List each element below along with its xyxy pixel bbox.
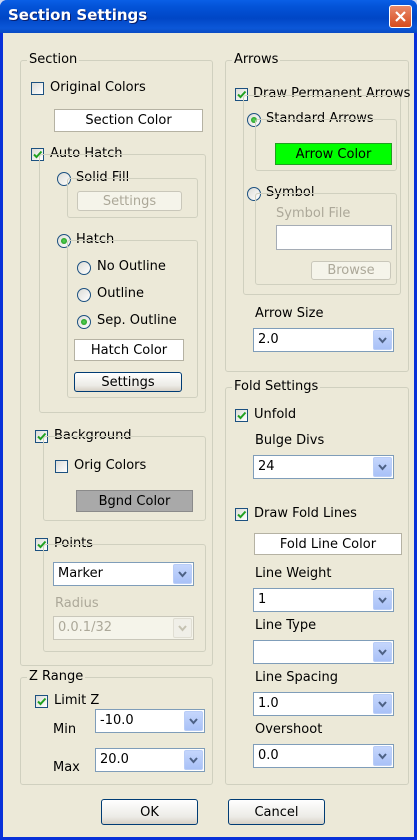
z-range-legend: Z Range — [27, 669, 86, 684]
arrow-color-button[interactable]: Arrow Color — [275, 143, 392, 165]
outline-radio[interactable] — [77, 288, 91, 302]
line-type-dropdown[interactable] — [253, 640, 394, 664]
line-spacing-label: Line Spacing — [255, 670, 338, 685]
original-colors-checkbox[interactable] — [31, 82, 44, 95]
bulge-divs-label: Bulge Divs — [255, 433, 325, 448]
arrow-size-label: Arrow Size — [255, 306, 324, 321]
sep-outline-radio[interactable] — [77, 315, 91, 329]
symbol-file-label: Symbol File — [276, 206, 351, 221]
checkmark-icon — [37, 697, 47, 706]
checkmark-icon — [237, 510, 247, 519]
max-label: Max — [53, 760, 80, 775]
title-bar: Section Settings — [0, 0, 417, 33]
line-weight-label: Line Weight — [255, 566, 332, 581]
unfold-label: Unfold — [254, 407, 297, 422]
section-settings-dialog: Section Settings Section Original Colors… — [0, 0, 417, 840]
chevron-down-icon[interactable] — [173, 564, 192, 584]
close-button[interactable] — [389, 5, 412, 28]
chevron-down-icon[interactable] — [373, 694, 392, 714]
bgnd-color-button[interactable]: Bgnd Color — [76, 490, 193, 512]
unfold-checkbox[interactable] — [235, 409, 248, 422]
section-color-button[interactable]: Section Color — [54, 109, 203, 132]
ok-button[interactable]: OK — [101, 799, 198, 825]
fold-line-color-button[interactable]: Fold Line Color — [254, 533, 402, 555]
no-outline-label: No Outline — [97, 259, 166, 274]
draw-fold-lines-checkbox[interactable] — [235, 508, 248, 521]
window-title: Section Settings — [8, 6, 148, 24]
section-legend: Section — [27, 52, 80, 67]
min-dropdown[interactable]: -10.0 — [95, 709, 205, 733]
cancel-button[interactable]: Cancel — [228, 799, 325, 825]
sep-outline-label: Sep. Outline — [97, 313, 177, 328]
draw-fold-lines-label: Draw Fold Lines — [254, 506, 357, 521]
chevron-down-icon[interactable] — [373, 746, 392, 766]
overshoot-dropdown[interactable]: 0.0 — [253, 744, 394, 768]
original-colors-label: Original Colors — [50, 80, 146, 95]
line-spacing-dropdown[interactable]: 1.0 — [253, 692, 394, 716]
chevron-down-icon[interactable] — [373, 330, 392, 350]
checkmark-icon — [237, 411, 247, 420]
bulge-divs-dropdown[interactable]: 24 — [253, 455, 394, 479]
line-weight-dropdown[interactable]: 1 — [253, 588, 394, 612]
orig-colors-checkbox[interactable] — [55, 460, 68, 473]
symbol-file-input[interactable] — [276, 225, 392, 250]
radius-dropdown[interactable]: 0.0.1/32 — [53, 616, 194, 640]
chevron-down-icon[interactable] — [373, 590, 392, 610]
hatch-settings-button[interactable]: Settings — [74, 372, 182, 392]
browse-button[interactable]: Browse — [311, 261, 391, 280]
chevron-down-icon[interactable] — [173, 618, 192, 638]
limit-z-label: Limit Z — [54, 693, 100, 708]
chevron-down-icon[interactable] — [373, 457, 392, 477]
chevron-down-icon[interactable] — [373, 642, 392, 662]
min-label: Min — [53, 722, 77, 737]
orig-colors-label: Orig Colors — [74, 458, 147, 473]
no-outline-radio[interactable] — [77, 261, 91, 275]
arrow-size-dropdown[interactable]: 2.0 — [253, 328, 394, 352]
hatch-color-button[interactable]: Hatch Color — [74, 339, 184, 361]
max-dropdown[interactable]: 20.0 — [95, 748, 205, 772]
marker-dropdown[interactable]: Marker — [53, 562, 194, 586]
outline-label: Outline — [97, 286, 145, 301]
radius-label: Radius — [55, 596, 99, 611]
chevron-down-icon[interactable] — [184, 750, 203, 770]
limit-z-checkbox[interactable] — [35, 695, 48, 708]
close-icon — [395, 11, 406, 22]
arrows-legend: Arrows — [232, 52, 281, 67]
solid-fill-settings-button[interactable]: Settings — [77, 191, 182, 211]
overshoot-label: Overshoot — [255, 722, 323, 737]
line-type-label: Line Type — [255, 618, 317, 633]
chevron-down-icon[interactable] — [184, 711, 203, 731]
radio-dot-icon — [81, 319, 87, 325]
fold-settings-legend: Fold Settings — [232, 379, 321, 394]
